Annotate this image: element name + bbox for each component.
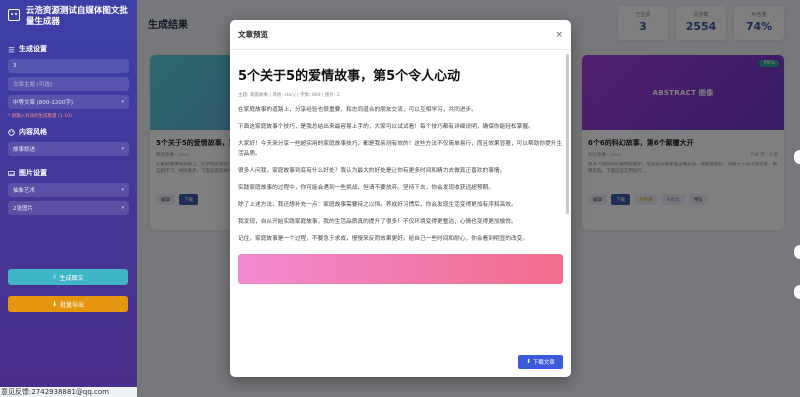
side-handle bbox=[794, 150, 800, 164]
sliders-icon bbox=[8, 46, 15, 52]
gen-settings-heading: 生成设置 bbox=[8, 44, 129, 54]
image-style-select[interactable]: 抽象艺术 ▾ bbox=[8, 183, 129, 197]
image-settings-heading: 图片设置 bbox=[8, 168, 129, 178]
sidebar: 云浩资源测试自媒体图文批量生成器 生成设置 3 文章主题 (可选) 中等文章 (… bbox=[0, 0, 137, 387]
content-style-heading: 内容风格 bbox=[8, 127, 129, 137]
article-meta: 主题: 家庭故事 | 风格: story | 字数: 869 | 图片: 2 bbox=[238, 93, 340, 98]
style-value: 故事叙述 bbox=[13, 147, 36, 153]
article-paragraph: 实践家庭故事的过程中，你可能会遇到一些挑战，但请不要放弃。坚持下去，你会发现收获… bbox=[238, 185, 494, 191]
chevron-down-icon: ▾ bbox=[121, 99, 124, 105]
download-article-label: 下载文章 bbox=[532, 360, 555, 366]
preview-modal: 文章预览 × 5个关于5的爱情故事，第5个令人心动 主题: 家庭故事 | 风格:… bbox=[230, 20, 571, 377]
download-icon: ⬇ bbox=[51, 300, 57, 308]
count-input[interactable]: 3 bbox=[8, 59, 129, 73]
robot-icon bbox=[8, 9, 20, 21]
feedback-text: 意见反馈:2742938881@qq.com bbox=[1, 388, 109, 396]
side-handle bbox=[794, 285, 800, 299]
app-title: 云浩资源测试自媒体图文批量生成器 bbox=[25, 6, 128, 27]
download-article-button[interactable]: ⬇ 下载文章 bbox=[518, 355, 563, 369]
chevron-down-icon: ▾ bbox=[121, 205, 124, 211]
length-value: 中等文章 (800-1200字) bbox=[13, 100, 74, 106]
image-count-select[interactable]: 2张图片 ▾ bbox=[8, 201, 129, 215]
article-paragraph: 除了上述方法，我还想补充一点：家庭故事需要持之以恒。养成好习惯后，你会发现生活变… bbox=[238, 202, 517, 208]
generate-button[interactable]: ⚡ 生成图文 bbox=[8, 269, 128, 285]
modal-title: 文章预览 bbox=[238, 30, 268, 39]
export-label: 批量导出 bbox=[60, 301, 85, 309]
article-image bbox=[238, 254, 563, 284]
article-paragraph: 下面这家庭故事个技巧，是我总结出来最容易上手的，大家可以试试看！每个技巧都有详细… bbox=[238, 124, 534, 130]
count-warning: * 请输入有效的生成数量 (1-10) bbox=[8, 114, 72, 119]
article-paragraph: 记住，家庭故事是一个过程，不要急于求成，慢慢来反而效果更好。给自己一些时间和耐心… bbox=[238, 236, 529, 242]
topic-input[interactable]: 文章主题 (可选) bbox=[8, 77, 129, 91]
article-title: 5个关于5的爱情故事，第5个令人心动 bbox=[238, 69, 461, 84]
image-icon bbox=[8, 170, 15, 176]
generate-label: 生成图文 bbox=[59, 274, 84, 282]
chevron-down-icon: ▾ bbox=[121, 146, 124, 152]
count-value: 3 bbox=[13, 63, 17, 69]
bolt-icon: ⚡ bbox=[52, 273, 57, 281]
content-style-label: 内容风格 bbox=[19, 128, 47, 136]
palette-icon bbox=[8, 128, 15, 136]
topic-placeholder: 文章主题 (可选) bbox=[13, 82, 53, 88]
brand: 云浩资源测试自媒体图文批量生成器 bbox=[8, 6, 129, 36]
length-select[interactable]: 中等文章 (800-1200字) ▾ bbox=[8, 95, 129, 109]
download-icon: ⬇ bbox=[526, 359, 531, 365]
article-paragraph: 在家庭故事的道路上，分享经验也很重要，和志同道合的朋友交流，可以互相学习，共同进… bbox=[238, 107, 477, 113]
image-count-value: 2张图片 bbox=[13, 206, 33, 212]
article-paragraph: 我发现，自从开始实践家庭故事，我的生活品质真的提升了很多！不仅环境变得更整洁，心… bbox=[238, 219, 517, 225]
chevron-down-icon: ▾ bbox=[121, 187, 124, 193]
modal-body: 5个关于5的爱情故事，第5个令人心动 主题: 家庭故事 | 风格: story … bbox=[230, 51, 571, 365]
side-handle bbox=[794, 245, 800, 259]
gen-settings-label: 生成设置 bbox=[19, 45, 47, 53]
image-settings-label: 图片设置 bbox=[19, 169, 47, 177]
modal-header: 文章预览 × bbox=[230, 20, 571, 50]
close-icon[interactable]: × bbox=[555, 30, 563, 40]
article-paragraph: 大家好！今天来分享一些超实用的家庭故事技巧，都是我亲测有效的！这些方法不仅简单易… bbox=[238, 141, 563, 157]
export-button[interactable]: ⬇ 批量导出 bbox=[8, 296, 128, 312]
style-select[interactable]: 故事叙述 ▾ bbox=[8, 142, 129, 156]
article-paragraph: 很多人问我，家庭故事到底有什么好处？我认为最大的好处是让你有更多时间和精力去做真… bbox=[238, 168, 506, 174]
image-style-value: 抽象艺术 bbox=[13, 188, 36, 194]
